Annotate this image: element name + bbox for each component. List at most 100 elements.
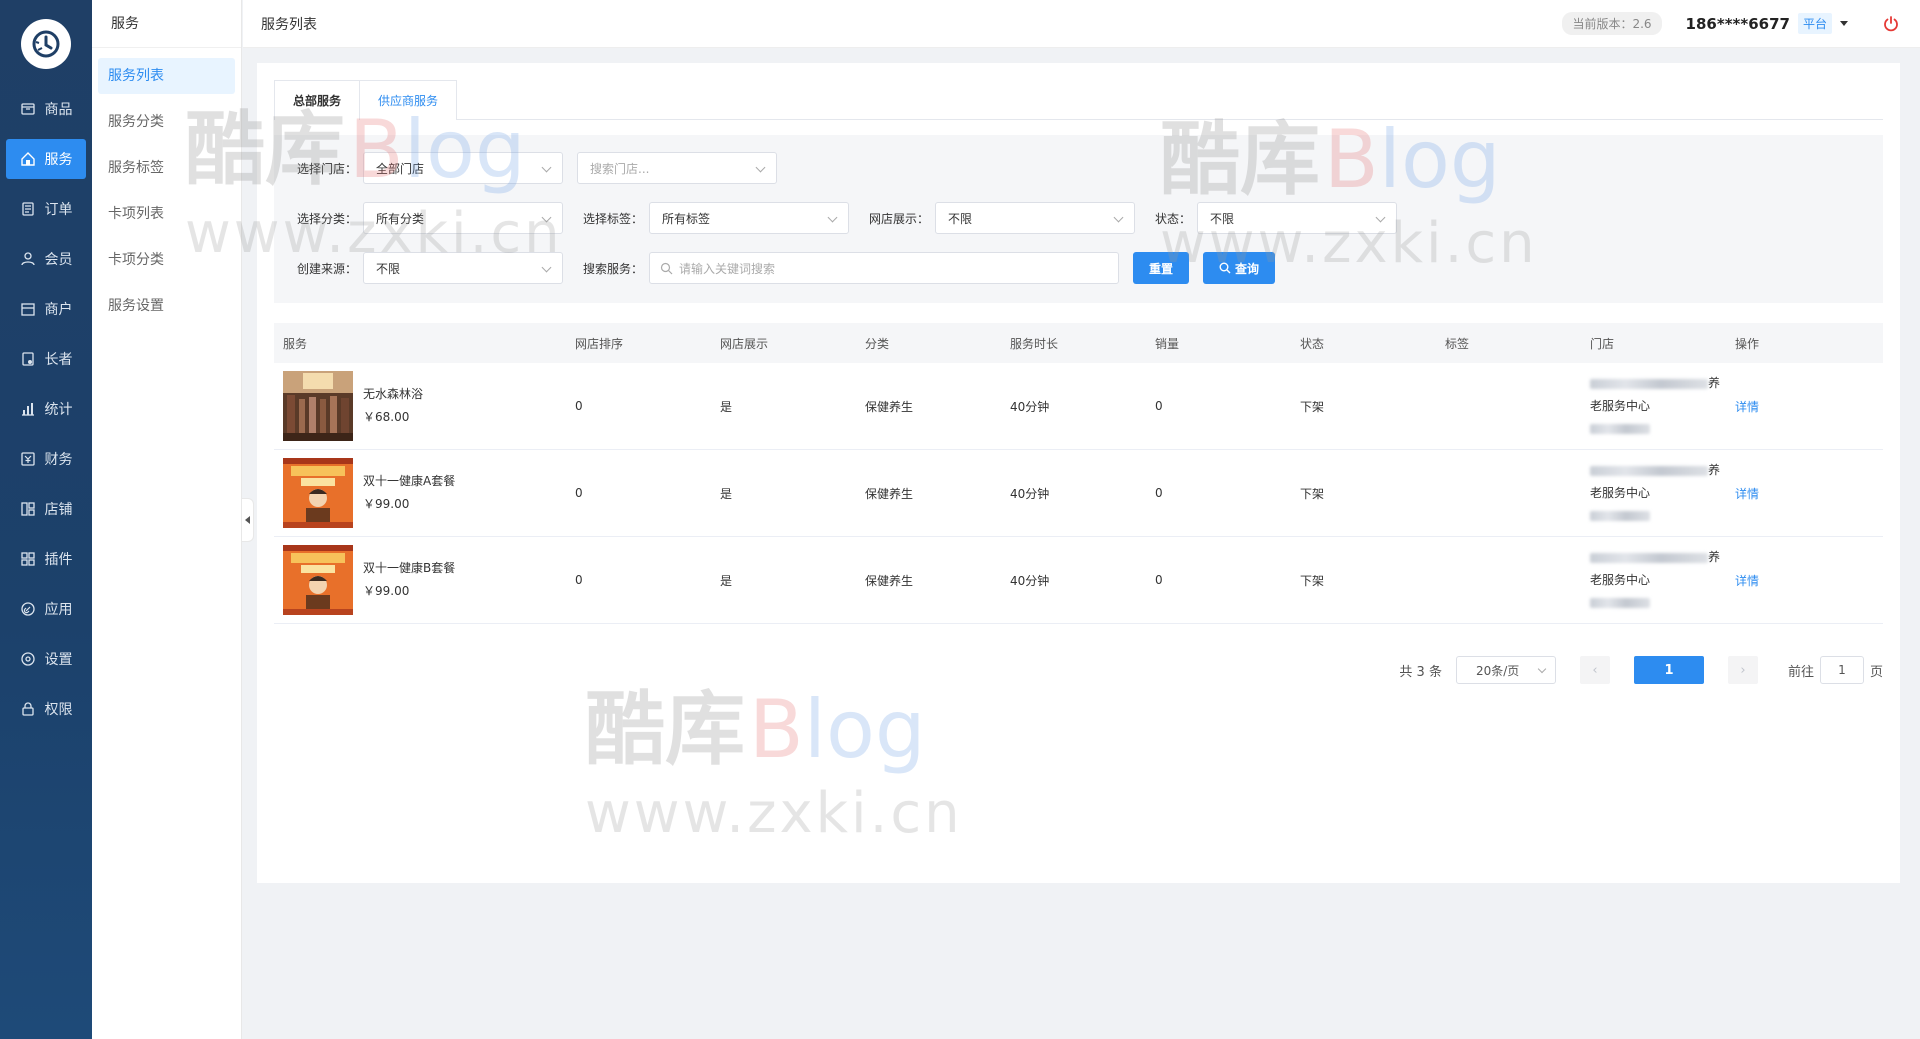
current-page-button[interactable]: 1 <box>1633 656 1704 684</box>
table-row: 双十一健康B套餐 ￥99.00 0 是 保健养生 40分钟 0 下架 养 老服务… <box>274 537 1883 624</box>
shop-sort: 0 <box>575 486 583 500</box>
prev-page-button[interactable]: ‹ <box>1579 656 1610 684</box>
nav-item-service[interactable]: 服务 <box>6 139 86 179</box>
submenu-item-service-settings[interactable]: 服务设置 <box>98 288 235 324</box>
store-name-suffix: 养 <box>1708 550 1721 564</box>
service-sales: 0 <box>1155 399 1163 413</box>
platform-tag: 平台 <box>1797 13 1832 34</box>
service-thumbnail[interactable] <box>283 545 353 615</box>
service-duration: 40分钟 <box>1010 573 1050 588</box>
tab-headquarters-service[interactable]: 总部服务 <box>274 80 361 120</box>
collapse-menu-handle[interactable] <box>242 498 254 542</box>
submenu-item-card-category[interactable]: 卡项分类 <box>98 242 235 278</box>
reset-button[interactable]: 重置 <box>1133 252 1189 284</box>
column-header: 网店排序 <box>575 336 624 351</box>
detail-link[interactable]: 详情 <box>1735 487 1759 501</box>
nav-item-order[interactable]: 订单 <box>6 189 86 229</box>
nav-item-merchant[interactable]: 商户 <box>6 289 86 329</box>
query-button[interactable]: 查询 <box>1203 252 1275 284</box>
power-icon[interactable] <box>1882 15 1900 33</box>
nav-label: 应用 <box>44 602 73 618</box>
secondary-menu: 服务 服务列表 服务分类 服务标签 卡项列表 卡项分类 服务设置 <box>92 0 242 1039</box>
filter-panel: 选择门店： 全部门店 搜索门店... 选择分类： 所有分类 选择标签： 所有标签… <box>274 135 1883 303</box>
display-select[interactable]: 不限 <box>935 202 1135 234</box>
category-select[interactable]: 所有分类 <box>363 202 563 234</box>
detail-link[interactable]: 详情 <box>1735 574 1759 588</box>
nav-item-elder[interactable]: 长者 <box>6 339 86 379</box>
source-filter-label: 创建来源： <box>296 261 357 276</box>
search-icon <box>1219 262 1231 274</box>
detail-link[interactable]: 详情 <box>1735 400 1759 414</box>
nav-label: 长者 <box>44 352 73 368</box>
chevron-down-icon[interactable] <box>1840 21 1848 26</box>
status-select[interactable]: 不限 <box>1197 202 1397 234</box>
display-select-value: 不限 <box>948 211 973 226</box>
next-page-button[interactable]: › <box>1727 656 1758 684</box>
service-thumbnail[interactable] <box>283 458 353 528</box>
chevron-down-icon <box>755 162 766 173</box>
gear-icon <box>20 651 36 667</box>
logo[interactable] <box>21 19 71 69</box>
tab-supplier-service[interactable]: 供应商服务 <box>359 80 458 120</box>
table-header: 服务 网店排序 网店展示 分类 服务时长 销量 状态 标签 门店 操作 <box>274 323 1883 363</box>
submenu-item-card-list[interactable]: 卡项列表 <box>98 196 235 232</box>
chevron-down-icon <box>1537 664 1547 674</box>
tag-filter-label: 选择标签： <box>582 211 643 226</box>
chevron-down-icon <box>1375 212 1386 223</box>
finance-icon <box>20 451 36 467</box>
tag-select[interactable]: 所有标签 <box>649 202 849 234</box>
nav-item-plugin[interactable]: 插件 <box>6 539 86 579</box>
primary-nav: 商品 服务 订单 会员 商户 长者 统计 财务 店铺 插件 应用 设置 权限 <box>0 0 92 1039</box>
search-icon <box>660 262 673 274</box>
nav-item-goods[interactable]: 商品 <box>6 89 86 129</box>
home-icon <box>20 151 36 167</box>
nav-item-store[interactable]: 店铺 <box>6 489 86 529</box>
store-cell: 养 老服务中心 <box>1581 459 1726 527</box>
source-select[interactable]: 不限 <box>363 252 563 284</box>
service-duration: 40分钟 <box>1010 486 1050 501</box>
submenu-item-service-list[interactable]: 服务列表 <box>98 58 235 94</box>
column-header: 标签 <box>1445 336 1470 351</box>
search-input[interactable]: 请输入关键词搜索 <box>649 252 1119 284</box>
search-filter-label: 搜索服务： <box>582 261 643 276</box>
redacted-text <box>1590 598 1650 608</box>
store-search-select[interactable]: 搜索门店... <box>577 152 777 184</box>
column-header: 服务 <box>283 336 308 351</box>
service-price: ￥99.00 <box>363 497 410 511</box>
nav-item-finance[interactable]: 财务 <box>6 439 86 479</box>
redacted-text <box>1590 552 1708 563</box>
service-status: 下架 <box>1300 486 1325 501</box>
nav-item-app[interactable]: 应用 <box>6 589 86 629</box>
submenu-item-service-category[interactable]: 服务分类 <box>98 104 235 140</box>
tag-select-value: 所有标签 <box>662 211 711 226</box>
store-select[interactable]: 全部门店 <box>363 152 563 184</box>
plugin-icon <box>20 551 36 567</box>
service-category: 保健养生 <box>865 486 914 501</box>
service-sales: 0 <box>1155 573 1163 587</box>
submenu-item-service-tag[interactable]: 服务标签 <box>98 150 235 186</box>
page-size-select[interactable]: 20条/页 <box>1455 656 1556 684</box>
nav-item-member[interactable]: 会员 <box>6 239 86 279</box>
pagination-total: 共 3 条 <box>1399 664 1442 680</box>
nav-item-permission[interactable]: 权限 <box>6 689 86 729</box>
service-tabs: 总部服务 供应商服务 <box>274 80 1883 120</box>
chevron-down-icon <box>827 212 838 223</box>
page-size-value: 20条/页 <box>1475 663 1520 678</box>
nav-item-settings[interactable]: 设置 <box>6 639 86 679</box>
store-select-value: 全部门店 <box>376 161 425 176</box>
store-name-suffix: 养 <box>1708 463 1721 477</box>
service-name: 双十一健康A套餐 <box>363 474 456 488</box>
service-thumbnail[interactable] <box>283 371 353 441</box>
elder-icon <box>20 351 36 367</box>
main-panel: 总部服务 供应商服务 选择门店： 全部门店 搜索门店... 选择分类： 所有分类… <box>257 63 1900 883</box>
status-select-value: 不限 <box>1210 211 1235 226</box>
nav-label: 权限 <box>44 702 73 718</box>
category-select-value: 所有分类 <box>376 211 425 226</box>
query-button-label: 查询 <box>1234 261 1259 276</box>
category-filter-label: 选择分类： <box>296 211 357 226</box>
goto-page-input[interactable]: 1 <box>1819 656 1864 684</box>
nav-item-stats[interactable]: 统计 <box>6 389 86 429</box>
service-status: 下架 <box>1300 573 1325 588</box>
app-icon <box>20 601 36 617</box>
user-account[interactable]: 186****6677 <box>1686 15 1790 33</box>
